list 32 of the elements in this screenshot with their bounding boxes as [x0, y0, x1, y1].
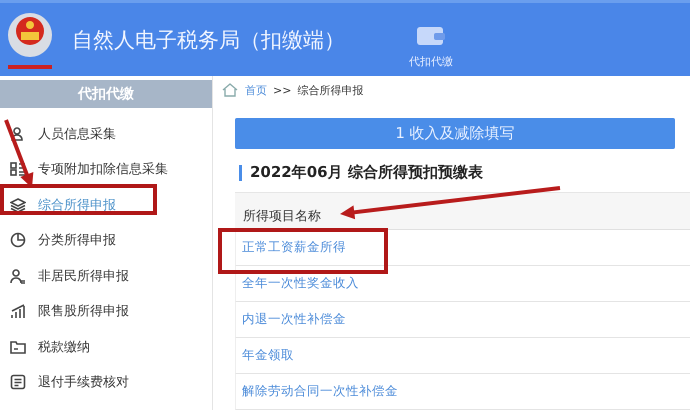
breadcrumb-separator: >>	[273, 84, 292, 96]
sidebar-item[interactable]: 非居民所得申报	[0, 258, 212, 294]
sidebar-item[interactable]: 分类所得申报	[0, 222, 212, 258]
income-item-link[interactable]: 全年一次性奖金收入	[235, 266, 690, 302]
income-item-link[interactable]: 正常工资薪金所得	[235, 230, 690, 266]
user-icon	[10, 268, 26, 284]
step-tab[interactable]: 1 收入及减除填写	[235, 118, 675, 149]
sidebar-item[interactable]: 综合所得申报	[0, 187, 212, 222]
folder-icon	[10, 338, 26, 355]
app-title: 自然人电子税务局（扣缴端）	[72, 26, 345, 54]
income-item-link[interactable]: 年金领取	[235, 338, 690, 374]
income-item-link[interactable]: 解除劳动合同一次性补偿金	[235, 374, 690, 410]
person-icon	[10, 126, 26, 142]
breadcrumb-current: 综合所得申报	[297, 82, 364, 98]
document-icon	[10, 374, 26, 390]
wallet-icon	[416, 24, 446, 46]
form-title: 2022年06月 综合所得预扣预缴表	[250, 163, 483, 182]
sidebar-title: 代扣代缴	[0, 80, 212, 108]
sidebar-item[interactable]: 人员信息采集	[0, 116, 212, 152]
table-header: 所得项目名称	[235, 192, 690, 230]
nav-tab[interactable]: 代扣代缴	[409, 10, 453, 69]
breadcrumb-link[interactable]: 首页	[245, 82, 267, 98]
bar-chart-icon	[10, 303, 26, 320]
sidebar-item[interactable]: 专项附加扣除信息采集	[0, 152, 212, 187]
layers-icon	[10, 196, 26, 213]
sidebar-item[interactable]: 退付手续费核对	[0, 364, 212, 400]
income-item-link[interactable]: 内退一次性补偿金	[235, 302, 690, 338]
sidebar-item[interactable]: 税款缴纳	[0, 329, 212, 364]
home-icon	[221, 83, 239, 97]
pie-chart-icon	[10, 232, 26, 248]
sidebar-item[interactable]: 限售股所得申报	[0, 294, 212, 329]
list-icon	[10, 161, 26, 178]
